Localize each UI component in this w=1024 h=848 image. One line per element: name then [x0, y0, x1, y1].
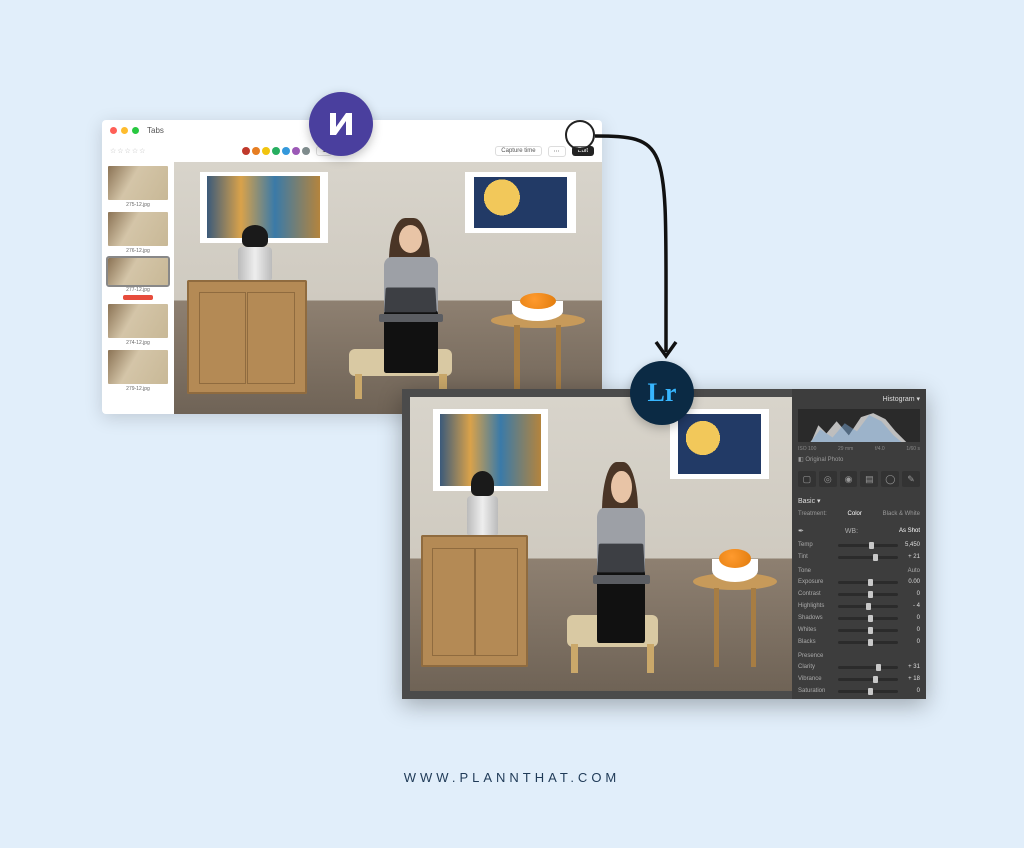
- thumbnail-caption: 276-12.jpg: [126, 248, 150, 254]
- profile-label[interactable]: ◧ Original Photo: [798, 456, 920, 463]
- rating-stars[interactable]: ☆☆☆☆☆: [110, 147, 146, 155]
- crop-tool-icon[interactable]: ▢: [798, 471, 816, 487]
- thumbnail[interactable]: 279-12.jpg: [106, 350, 170, 392]
- radial-tool-icon[interactable]: ◯: [881, 471, 899, 487]
- minimize-dot-icon[interactable]: [121, 127, 128, 134]
- color-dot-icon[interactable]: [242, 147, 250, 155]
- blacks-slider[interactable]: Blacks0: [798, 639, 920, 645]
- temp-slider[interactable]: Temp5,450: [798, 542, 920, 548]
- treatment-label: Treatment:: [798, 511, 827, 517]
- more-menu[interactable]: ⋯: [548, 146, 566, 157]
- shadows-slider[interactable]: Shadows0: [798, 615, 920, 621]
- tab-color[interactable]: Color: [848, 511, 862, 517]
- tint-slider[interactable]: Tint+ 21: [798, 554, 920, 560]
- wb-value[interactable]: As Shot: [899, 528, 920, 534]
- thumbnail-strip[interactable]: 275-12.jpg 276-12.jpg 277-12.jpg 274-12.jpg…: [102, 162, 174, 414]
- thumbnail-caption: 277-12.jpg: [126, 287, 150, 293]
- auto-button[interactable]: Auto: [908, 568, 920, 574]
- main-photo: [174, 162, 602, 414]
- histogram-readout: ISO 100 29 mm f/4.0 1/60 s: [798, 446, 920, 452]
- reject-flag-icon: [123, 295, 153, 300]
- lightroom-badge-icon: Lr: [630, 361, 694, 425]
- histogram-header[interactable]: Histogram ▾: [798, 395, 920, 403]
- histogram: [798, 409, 920, 442]
- tone-header: Tone: [798, 568, 811, 574]
- whites-slider[interactable]: Whites0: [798, 627, 920, 633]
- highlights-slider[interactable]: Highlights- 4: [798, 603, 920, 609]
- close-dot-icon[interactable]: [110, 127, 117, 134]
- eyedropper-icon[interactable]: ✒: [798, 527, 804, 535]
- footer-url: WWW.PLANNTHAT.COM: [0, 770, 1024, 785]
- spot-tool-icon[interactable]: ◎: [819, 471, 837, 487]
- vibrance-slider[interactable]: Vibrance+ 18: [798, 676, 920, 682]
- lr-badge-text: Lr: [648, 378, 677, 408]
- presence-header: Presence: [798, 653, 823, 659]
- color-label-dots[interactable]: [242, 147, 310, 155]
- color-dot-icon[interactable]: [272, 147, 280, 155]
- thumbnail-caption: 275-12.jpg: [126, 202, 150, 208]
- wb-label: WB:: [845, 528, 858, 535]
- highlight-ring-icon: [565, 120, 595, 150]
- saturation-slider[interactable]: Saturation0: [798, 688, 920, 694]
- lightroom-window: Histogram ▾ ISO 100 29 mm f/4.0 1/60 s ◧ Or…: [402, 389, 926, 699]
- exposure-slider[interactable]: Exposure0.00: [798, 579, 920, 585]
- thumbnail[interactable]: 276-12.jpg: [106, 212, 170, 254]
- develop-panel: Histogram ▾ ISO 100 29 mm f/4.0 1/60 s ◧ Or…: [792, 389, 926, 699]
- histogram-stat: 29 mm: [838, 446, 853, 452]
- color-dot-icon[interactable]: [282, 147, 290, 155]
- redeye-tool-icon[interactable]: ◉: [840, 471, 858, 487]
- narrative-app-badge-icon: [309, 92, 373, 156]
- tab-bw[interactable]: Black & White: [883, 511, 920, 517]
- color-dot-icon[interactable]: [292, 147, 300, 155]
- histogram-stat: f/4.0: [875, 446, 885, 452]
- preview-pane: [174, 162, 602, 414]
- window-title: Tabs: [147, 126, 164, 135]
- grad-tool-icon[interactable]: ▤: [860, 471, 878, 487]
- basic-header[interactable]: Basic ▾: [798, 497, 821, 505]
- thumbnail-caption: 274-12.jpg: [126, 340, 150, 346]
- thumbnail-caption: 279-12.jpg: [126, 386, 150, 392]
- culling-app-window: Tabs ☆☆☆☆☆ 1 Capture time ⋯ Edit 275-12.…: [102, 120, 602, 414]
- local-tools-row: ▢ ◎ ◉ ▤ ◯ ✎: [798, 471, 920, 487]
- traffic-lights: [110, 127, 139, 134]
- histogram-stat: ISO 100: [798, 446, 816, 452]
- thumbnail[interactable]: 274-12.jpg: [106, 304, 170, 346]
- window-body: 275-12.jpg 276-12.jpg 277-12.jpg 274-12.jpg…: [102, 162, 602, 414]
- thumbnail[interactable]: 275-12.jpg: [106, 166, 170, 208]
- contrast-slider[interactable]: Contrast0: [798, 591, 920, 597]
- thumbnail[interactable]: 277-12.jpg: [106, 258, 170, 300]
- clarity-slider[interactable]: Clarity+ 31: [798, 664, 920, 670]
- color-dot-icon[interactable]: [252, 147, 260, 155]
- sort-dropdown[interactable]: Capture time: [495, 146, 541, 156]
- zoom-dot-icon[interactable]: [132, 127, 139, 134]
- brush-tool-icon[interactable]: ✎: [902, 471, 920, 487]
- histogram-stat: 1/60 s: [906, 446, 920, 452]
- color-dot-icon[interactable]: [262, 147, 270, 155]
- color-dot-icon[interactable]: [302, 147, 310, 155]
- lr-preview-pane: [410, 397, 792, 691]
